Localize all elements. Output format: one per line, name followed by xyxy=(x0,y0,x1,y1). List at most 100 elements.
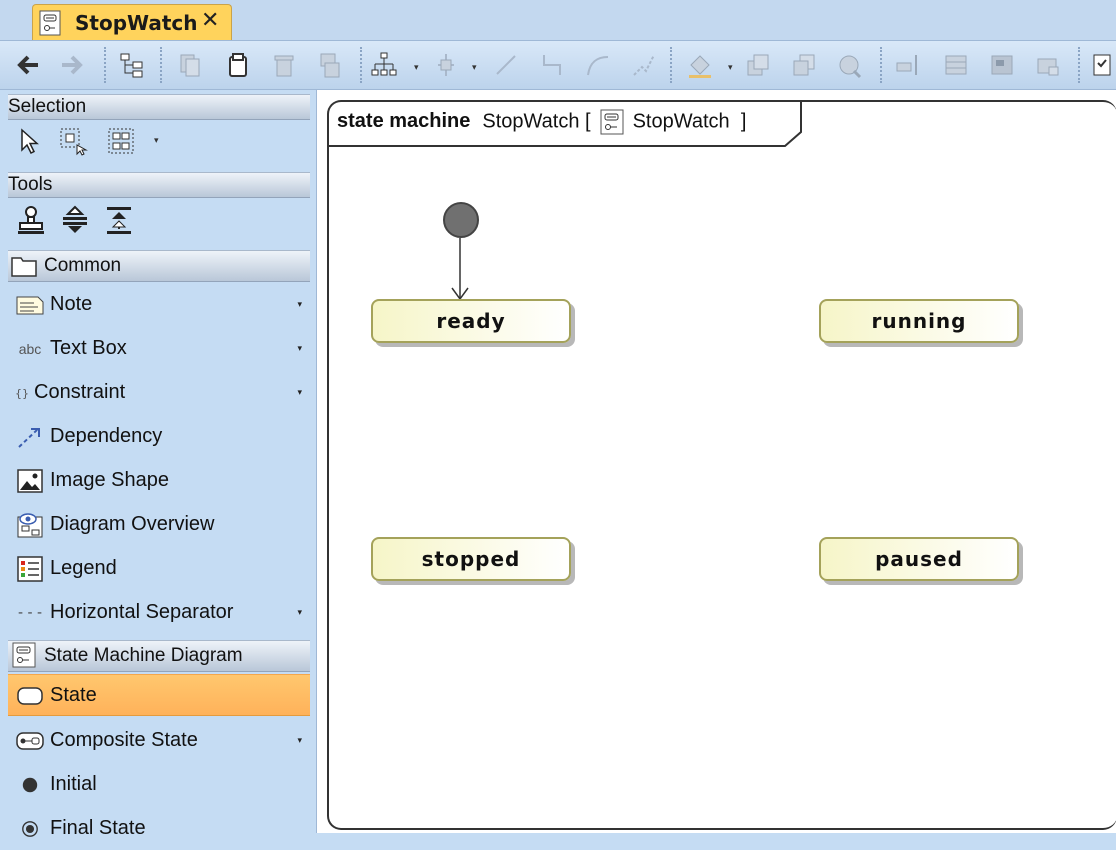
final-state-icon xyxy=(16,816,44,842)
align-icon[interactable] xyxy=(430,49,462,81)
tab-title: StopWatch xyxy=(75,11,198,35)
frame-title: state machine StopWatch [ StopWatch ] xyxy=(337,109,746,135)
fill-color-icon[interactable] xyxy=(684,49,716,81)
note-icon xyxy=(16,292,44,318)
palette-item-label: Horizontal Separator xyxy=(50,601,234,623)
state-machine-diagram-icon xyxy=(599,109,625,135)
make-same-size-icon[interactable] xyxy=(892,49,924,81)
validation-icon[interactable] xyxy=(1086,49,1116,81)
fit-icon[interactable] xyxy=(1032,49,1064,81)
palette-item-composite-state[interactable]: Composite State ▾ xyxy=(8,720,310,762)
send-back-icon[interactable] xyxy=(788,49,820,81)
initial-icon xyxy=(16,772,44,798)
symbol-properties-icon[interactable] xyxy=(834,49,866,81)
state-ready[interactable]: ready xyxy=(371,299,571,343)
forward-arrow-icon[interactable] xyxy=(56,49,88,81)
palette-item-label: Diagram Overview xyxy=(50,513,215,535)
palette-item-label: Constraint xyxy=(34,381,126,403)
section-tools[interactable]: Tools xyxy=(8,172,310,198)
palette-item-dependency[interactable]: Dependency xyxy=(8,416,310,458)
back-arrow-icon[interactable] xyxy=(12,49,44,81)
bring-front-icon[interactable] xyxy=(742,49,774,81)
palette-item-legend[interactable]: Legend xyxy=(8,548,310,590)
state-paused[interactable]: paused xyxy=(819,537,1019,581)
separator-icon: - - - xyxy=(17,605,43,621)
chevron-down-icon[interactable]: ▾ xyxy=(297,300,302,310)
chevron-down-icon[interactable]: ▾ xyxy=(297,736,302,746)
palette-item-state[interactable]: State xyxy=(8,674,310,716)
palette-item-label: State xyxy=(50,684,97,706)
frame-keyword: state machine xyxy=(337,110,471,133)
insert-space-icon[interactable] xyxy=(104,204,134,236)
section-title: State Machine Diagram xyxy=(44,645,243,666)
frame-reference[interactable]: StopWatch xyxy=(633,110,730,132)
diagram-toolbar: ▾ ▾ ▾ xyxy=(0,41,1116,90)
section-state-machine-diagram[interactable]: State Machine Diagram xyxy=(8,640,310,672)
state-icon xyxy=(16,683,44,709)
chevron-down-icon[interactable]: ▾ xyxy=(297,608,302,618)
tab-stopwatch[interactable]: StopWatch ✕ xyxy=(32,4,232,40)
path-curved-icon[interactable] xyxy=(582,49,614,81)
path-oblique-icon[interactable] xyxy=(628,49,660,81)
section-title: Common xyxy=(44,255,122,276)
path-straight-icon[interactable] xyxy=(490,49,522,81)
composite-state-icon xyxy=(16,728,44,754)
layout-icon[interactable] xyxy=(368,49,400,81)
delete-icon[interactable] xyxy=(268,49,300,81)
palette-item-horizontal-separator[interactable]: - - - Horizontal Separator ▾ xyxy=(8,592,310,634)
legend-icon xyxy=(16,556,44,582)
palette-item-label: Dependency xyxy=(50,425,163,447)
tab-bar: StopWatch ✕ xyxy=(0,0,1116,41)
diagram-canvas[interactable]: state machine StopWatch [ StopWatch ] read… xyxy=(316,90,1116,833)
palette-item-constraint[interactable]: {} Constraint ▾ xyxy=(8,372,310,414)
palette-item-label: Legend xyxy=(50,557,117,579)
zoom-icon[interactable] xyxy=(986,49,1018,81)
path-rectilinear-icon[interactable] xyxy=(536,49,568,81)
state-stopped[interactable]: stopped xyxy=(371,537,571,581)
diagram-palette: Selection ▾ Tools Common Note ▾ abc Text… xyxy=(0,90,312,839)
pointer-icon[interactable] xyxy=(16,127,40,155)
grid-icon[interactable] xyxy=(940,49,972,81)
constraint-icon: {} xyxy=(15,386,29,400)
transition-arrow[interactable] xyxy=(447,236,473,302)
chevron-down-icon[interactable]: ▾ xyxy=(297,344,302,354)
palette-item-label: Text Box xyxy=(50,337,127,359)
copy-icon[interactable] xyxy=(174,49,206,81)
frame-name: StopWatch [ xyxy=(482,110,591,133)
dependency-icon xyxy=(16,424,44,450)
palette-item-note[interactable]: Note ▾ xyxy=(8,284,310,326)
split-icon[interactable] xyxy=(60,204,90,236)
section-selection[interactable]: Selection xyxy=(8,94,310,120)
section-title: Selection xyxy=(8,96,87,117)
palette-item-initial[interactable]: Initial xyxy=(8,764,310,806)
select-all-icon[interactable] xyxy=(106,126,136,156)
palette-item-label: Image Shape xyxy=(50,469,169,491)
palette-item-label: Final State xyxy=(50,817,146,839)
palette-item-image-shape[interactable]: Image Shape xyxy=(8,460,310,502)
palette-item-label: Composite State xyxy=(50,729,198,751)
palette-item-label: Note xyxy=(50,293,93,315)
palette-item-diagram-overview[interactable]: Diagram Overview xyxy=(8,504,310,546)
close-icon[interactable]: ✕ xyxy=(201,8,219,33)
stamp-icon[interactable] xyxy=(16,204,46,236)
state-machine-diagram-icon xyxy=(11,642,37,668)
selection-tools: ▾ xyxy=(16,126,159,156)
frame-bracket: ] xyxy=(740,110,747,133)
marquee-select-icon[interactable] xyxy=(58,126,88,156)
palette-item-text-box[interactable]: abc Text Box ▾ xyxy=(8,328,310,370)
text-box-icon: abc xyxy=(18,341,42,357)
section-common[interactable]: Common xyxy=(8,250,310,282)
initial-pseudostate[interactable] xyxy=(443,202,479,238)
diagram-overview-icon xyxy=(16,512,44,538)
folder-icon xyxy=(11,255,37,277)
image-icon xyxy=(16,468,44,494)
chevron-down-icon[interactable]: ▾ xyxy=(297,388,302,398)
state-machine-diagram-icon xyxy=(38,10,64,36)
containment-tree-icon[interactable] xyxy=(116,49,148,81)
delete-from-model-icon[interactable] xyxy=(314,49,346,81)
palette-item-final-state[interactable]: Final State xyxy=(8,808,310,850)
chevron-down-icon[interactable]: ▾ xyxy=(154,136,159,146)
state-running[interactable]: running xyxy=(819,299,1019,343)
paste-icon[interactable] xyxy=(222,49,254,81)
tools-row xyxy=(16,204,134,236)
